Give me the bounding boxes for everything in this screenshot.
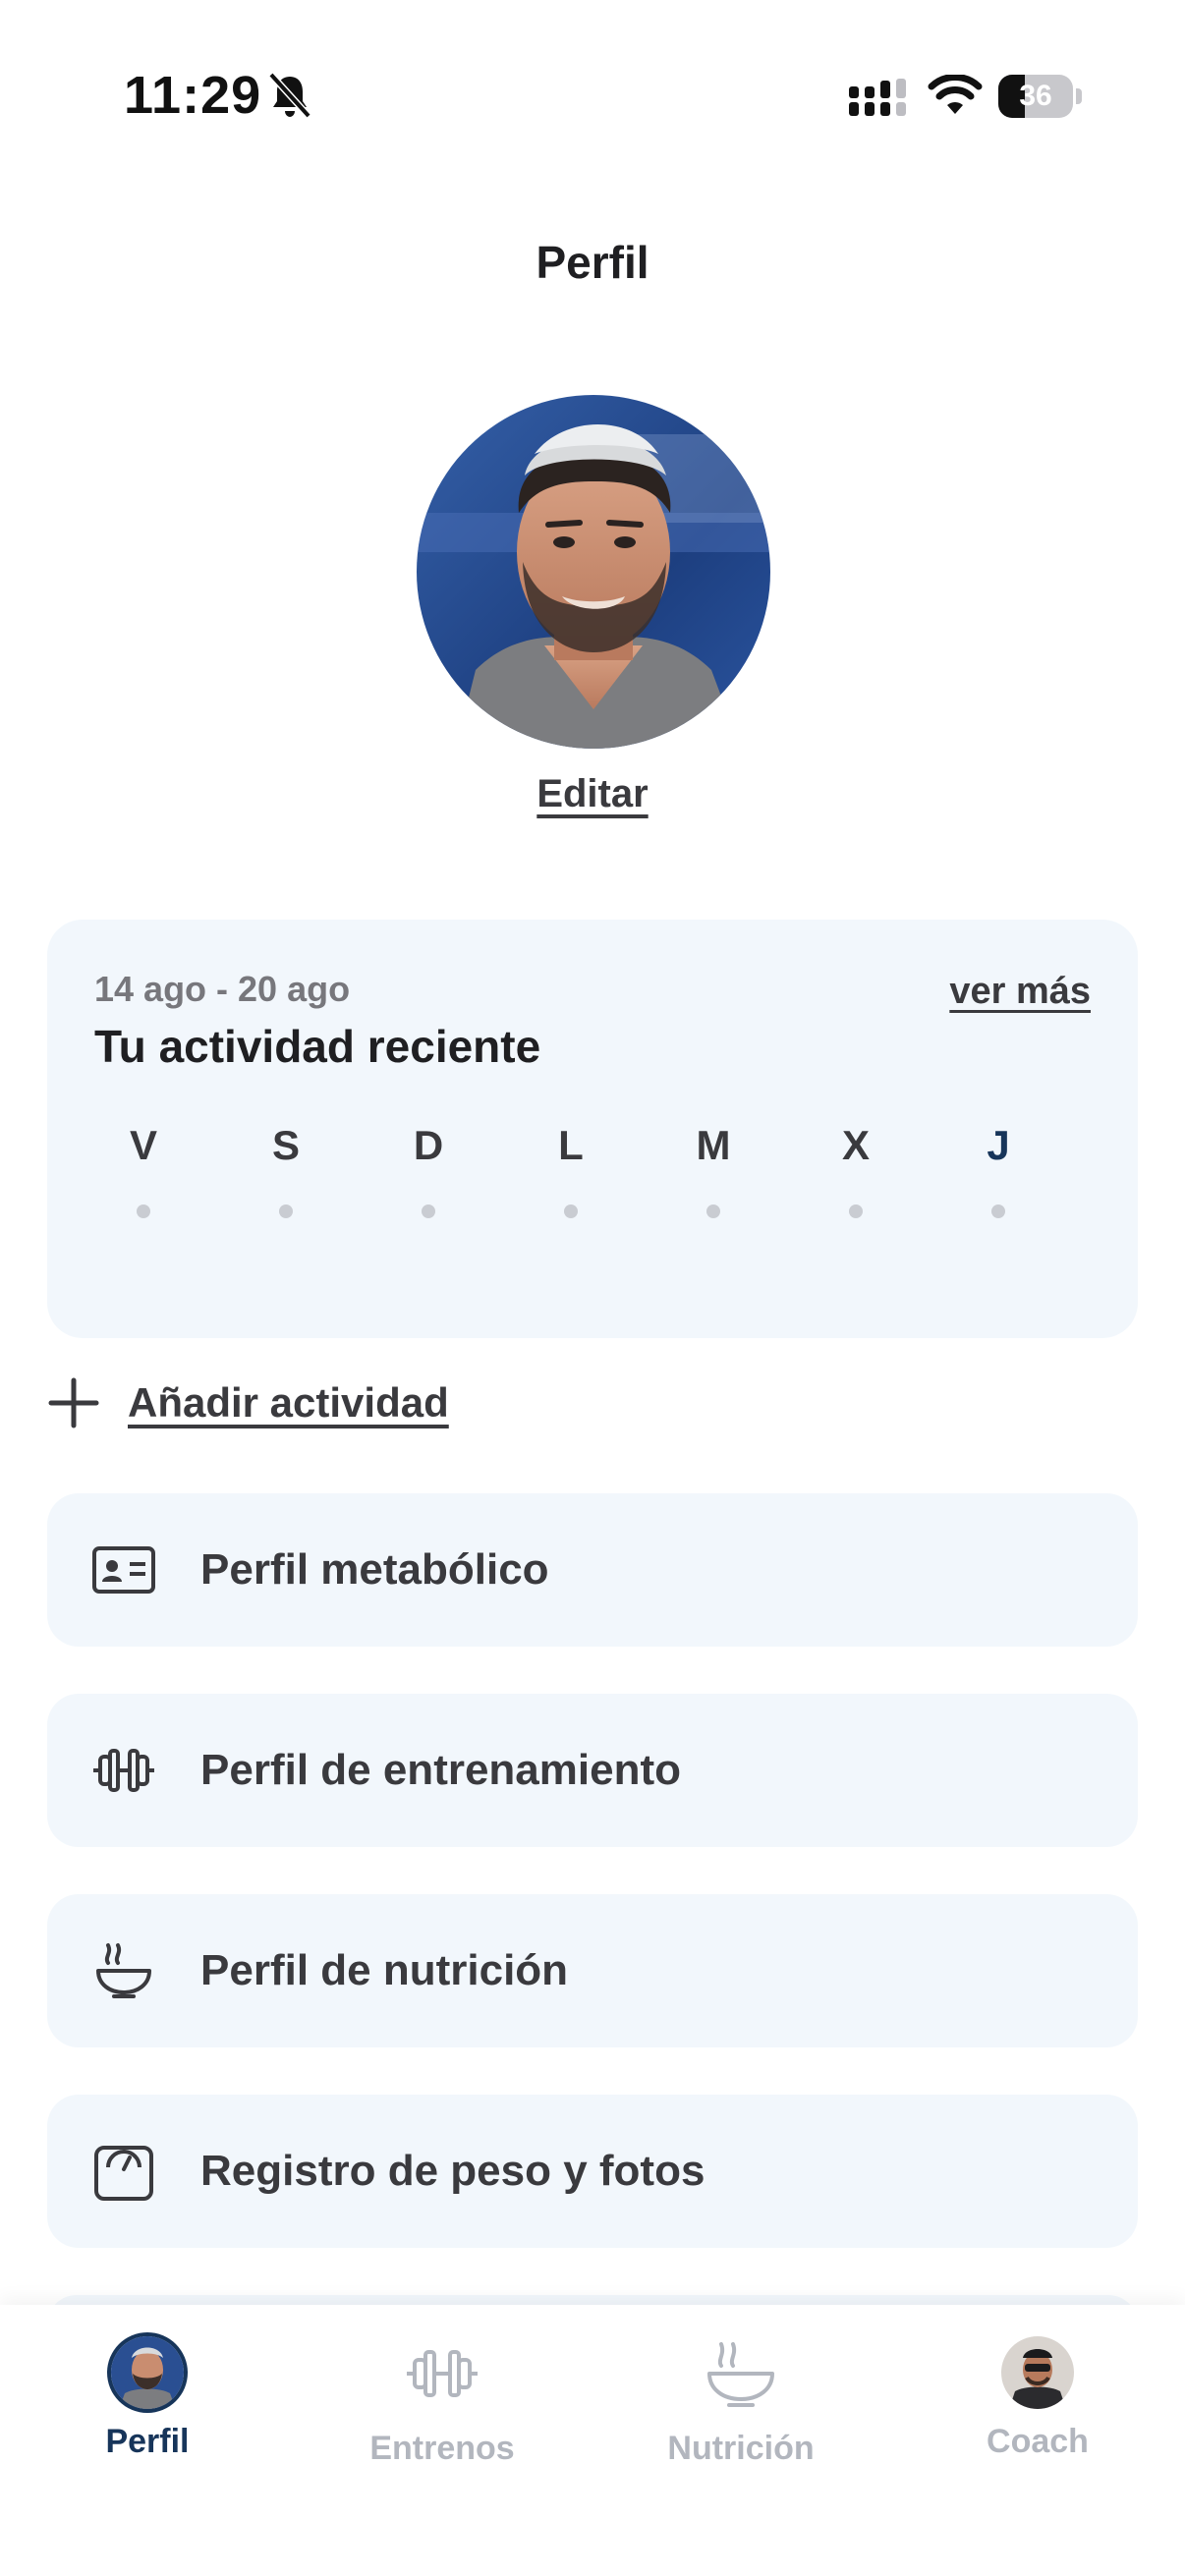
tab-bar: Perfil Entrenos Nutrición Coach xyxy=(0,2305,1185,2576)
edit-profile-link[interactable]: Editar xyxy=(0,772,1185,816)
activity-card: 14 ago - 20 ago ver más Tu actividad rec… xyxy=(47,920,1138,1338)
menu-item-nutrition-profile[interactable]: Perfil de nutrición xyxy=(47,1894,1138,2047)
menu-item-label: Registro de peso y fotos xyxy=(200,2147,705,2195)
bell-slash-icon xyxy=(268,72,311,119)
wifi-icon xyxy=(928,75,983,114)
battery-icon: 36 xyxy=(998,75,1082,118)
day-letter: S xyxy=(271,1122,300,1168)
bowl-icon xyxy=(707,2342,774,2407)
battery-level: 36 xyxy=(1019,80,1052,112)
menu-item-label: Perfil de nutrición xyxy=(200,1946,569,1994)
day-letter: L xyxy=(558,1122,584,1168)
day-dot xyxy=(564,1204,578,1218)
bowl-icon xyxy=(96,1943,151,1998)
tab-label: Entrenos xyxy=(369,2430,515,2467)
day-letter: X xyxy=(841,1122,870,1168)
day-dot xyxy=(706,1204,720,1218)
tab-profile[interactable]: Perfil xyxy=(29,2336,265,2461)
day-column[interactable]: V xyxy=(94,1122,193,1218)
status-time: 11:29 xyxy=(124,66,262,125)
day-dot xyxy=(422,1204,435,1218)
tab-avatar xyxy=(111,2336,184,2409)
day-dot xyxy=(849,1204,863,1218)
tab-workouts[interactable]: Entrenos xyxy=(324,2336,560,2468)
day-column[interactable]: M xyxy=(664,1122,762,1218)
coach-avatar xyxy=(1001,2336,1074,2409)
day-column[interactable]: S xyxy=(237,1122,335,1218)
see-more-link[interactable]: ver más xyxy=(949,971,1091,1013)
menu-item-weight-photos[interactable]: Registro de peso y fotos xyxy=(47,2095,1138,2248)
tab-coach[interactable]: Coach xyxy=(920,2336,1156,2461)
menu-item-training-profile[interactable]: Perfil de entrenamiento xyxy=(47,1694,1138,1847)
activity-title: Tu actividad reciente xyxy=(94,1021,541,1072)
day-dot xyxy=(991,1204,1005,1218)
day-dot xyxy=(279,1204,293,1218)
day-column[interactable]: X xyxy=(807,1122,905,1218)
menu-item-metabolic-profile[interactable]: Perfil metabólico xyxy=(47,1493,1138,1647)
profile-photo-image xyxy=(417,395,770,749)
plus-icon xyxy=(48,1377,99,1428)
day-letter-today: J xyxy=(987,1122,1010,1168)
add-activity-button[interactable]: Añadir actividad xyxy=(47,1372,449,1434)
activity-date-range: 14 ago - 20 ago xyxy=(94,969,351,1009)
add-activity-label: Añadir actividad xyxy=(128,1379,449,1426)
day-letter: M xyxy=(696,1122,731,1168)
day-column[interactable]: D xyxy=(379,1122,478,1218)
day-dot xyxy=(137,1204,150,1218)
activity-days: V S D L M X J xyxy=(94,1122,1093,1240)
tab-label: Nutrición xyxy=(667,2430,815,2467)
menu-item-label: Perfil de entrenamiento xyxy=(200,1746,682,1794)
profile-photo[interactable] xyxy=(417,395,770,749)
dumbbell-icon xyxy=(407,2350,478,2397)
day-letter: V xyxy=(129,1122,157,1168)
tab-nutrition[interactable]: Nutrición xyxy=(623,2336,859,2468)
menu-item-label: Perfil metabólico xyxy=(200,1545,549,1594)
day-letter: D xyxy=(413,1122,444,1168)
id-card-icon xyxy=(92,1546,155,1594)
signal-icon xyxy=(849,79,906,116)
dumbbell-icon xyxy=(93,1749,154,1792)
scale-icon xyxy=(94,2146,153,2201)
page-title: Perfil xyxy=(536,237,649,288)
tab-label: Perfil xyxy=(105,2423,190,2460)
day-column-today[interactable]: J xyxy=(949,1122,1047,1218)
status-bar: 11:29 36 xyxy=(0,0,1185,177)
tab-label: Coach xyxy=(987,2423,1089,2460)
day-column[interactable]: L xyxy=(522,1122,620,1218)
